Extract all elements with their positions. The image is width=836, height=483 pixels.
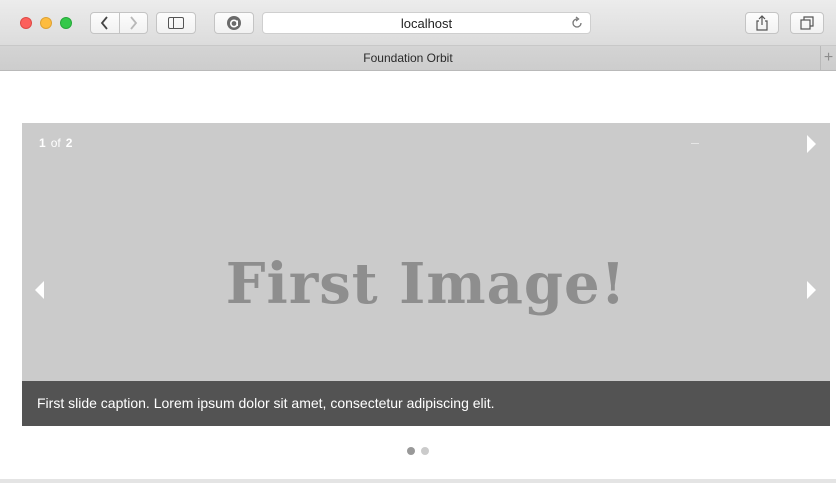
reload-icon[interactable] xyxy=(570,16,584,30)
address-bar[interactable]: localhost xyxy=(262,12,591,34)
slide-number-total: 2 xyxy=(65,136,73,150)
navigation-buttons xyxy=(90,12,148,34)
slide-number: 1 of 2 xyxy=(39,136,72,150)
slide-caption: First slide caption. Lorem ipsum dolor s… xyxy=(22,381,830,426)
slide-number-current: 1 xyxy=(39,136,46,150)
browser-toolbar: localhost xyxy=(0,0,836,46)
close-window-button[interactable] xyxy=(20,17,32,29)
window-bottom-edge xyxy=(0,479,836,483)
forward-button[interactable] xyxy=(118,13,147,33)
bullet-slide-2[interactable] xyxy=(421,447,429,455)
timer-progress[interactable] xyxy=(691,143,699,144)
extension-button[interactable] xyxy=(214,12,254,34)
tab-foundation-orbit[interactable]: Foundation Orbit xyxy=(0,51,816,65)
tabs-icon xyxy=(800,16,814,30)
slide-bullets xyxy=(0,447,836,455)
minimize-window-button[interactable] xyxy=(40,17,52,29)
chevron-right-icon xyxy=(130,16,138,30)
address-text: localhost xyxy=(400,16,453,31)
tab-bar: Foundation Orbit + xyxy=(0,46,836,71)
chevron-left-icon xyxy=(100,16,108,30)
share-icon xyxy=(756,15,768,31)
extension-icon xyxy=(227,16,241,30)
back-button[interactable] xyxy=(91,13,119,33)
sidebar-button[interactable] xyxy=(156,12,196,34)
bullet-slide-1[interactable] xyxy=(407,447,415,455)
new-tab-button[interactable]: + xyxy=(820,46,836,70)
show-tabs-button[interactable] xyxy=(790,12,824,34)
orbit-slider: 1 of 2 First Image! First slide caption. L… xyxy=(22,123,830,426)
share-button[interactable] xyxy=(745,12,779,34)
slide-number-of: of xyxy=(50,136,61,150)
slide-image: First Image! xyxy=(225,251,627,317)
timer-play-icon[interactable] xyxy=(807,135,816,153)
sidebar-icon xyxy=(168,17,184,29)
zoom-window-button[interactable] xyxy=(60,17,72,29)
